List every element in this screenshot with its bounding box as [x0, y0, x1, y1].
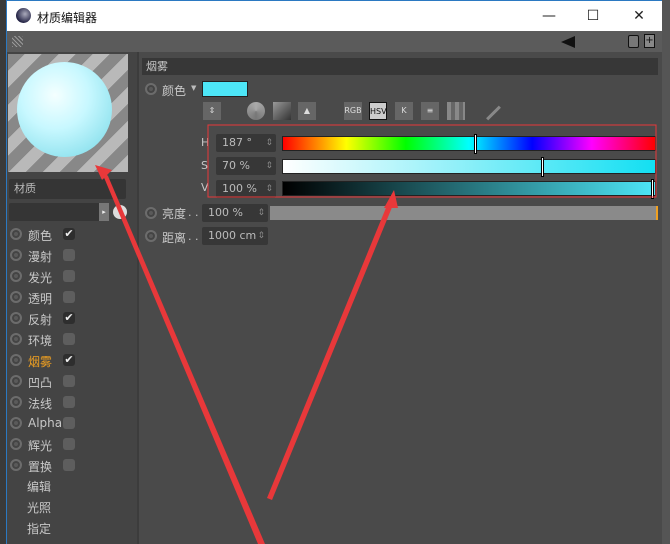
annotation-arrowhead-left	[95, 165, 112, 180]
annotation-arrow-right	[267, 198, 395, 500]
annotation-overlay	[95, 124, 657, 544]
annotation-arrowhead-right	[384, 190, 398, 208]
annotation-arrow-left	[100, 168, 265, 544]
annotation-box	[207, 124, 657, 198]
